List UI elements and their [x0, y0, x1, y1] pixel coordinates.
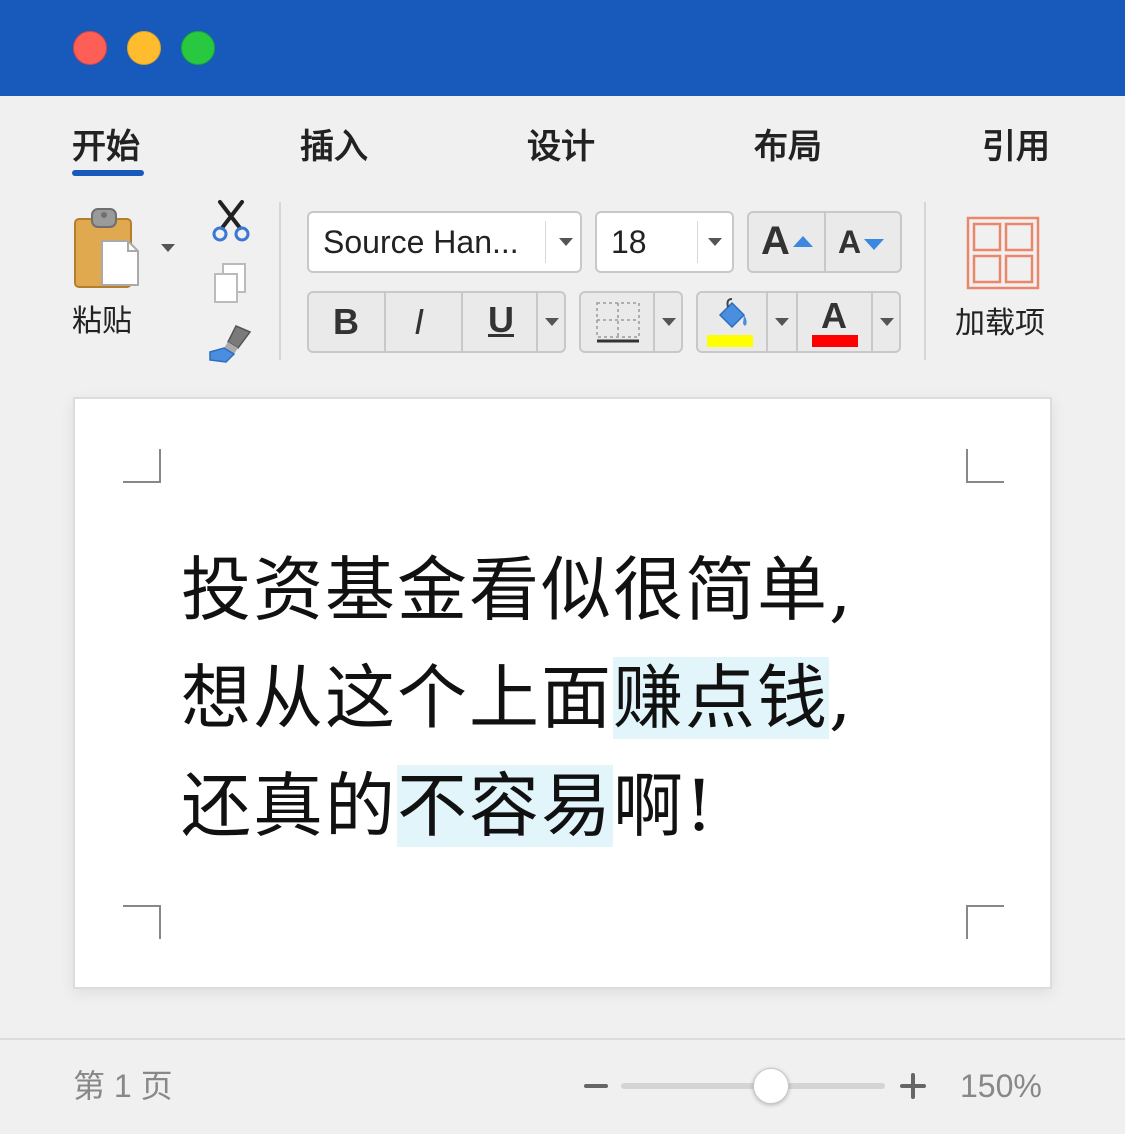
underline-letter: U [488, 299, 514, 340]
combo-separator [697, 221, 698, 263]
text-run: 投资基金看似很简单, [181, 549, 854, 631]
italic-letter: I [414, 301, 425, 342]
border-grid-icon [596, 302, 640, 343]
font-size-value: 18 [611, 224, 647, 260]
font-family-select[interactable]: Source Han... [307, 211, 582, 273]
scissors-icon [212, 200, 250, 242]
font-color-options-button[interactable] [873, 293, 899, 351]
shrink-font-letter: A [838, 224, 862, 260]
ribbon-divider [279, 202, 281, 360]
font-color-swatch [812, 335, 858, 347]
tab-references[interactable]: 引用 [982, 126, 1050, 168]
paste-options-chevron-down-icon[interactable] [161, 244, 175, 252]
borders-button[interactable] [581, 293, 655, 351]
text-run: 还真的 [181, 765, 397, 847]
minus-icon [584, 1084, 608, 1088]
triangle-up-icon [793, 236, 813, 247]
grow-font-letter: A [761, 219, 790, 263]
font-color-letter: A [821, 295, 847, 336]
plus-icon [900, 1073, 926, 1099]
font-family-chevron-down-icon[interactable] [559, 238, 573, 246]
close-window-button[interactable] [73, 31, 107, 65]
bold-button[interactable]: B [309, 293, 386, 351]
grow-font-button[interactable]: A [749, 213, 826, 271]
text-run: 啊! [613, 765, 716, 847]
text-run: , [829, 657, 854, 739]
paint-bucket-icon [718, 298, 747, 329]
highlight-options-button[interactable] [768, 293, 798, 351]
paste-button[interactable] [70, 205, 150, 295]
font-color-button[interactable]: A [798, 293, 873, 351]
color-group: A [696, 291, 901, 353]
font-family-value: Source Han... [323, 224, 519, 260]
highlighted-text-run: 赚点钱 [613, 657, 829, 739]
margin-corner-mark [966, 905, 1004, 939]
document-line-2[interactable]: 想从这个上面赚点钱, [181, 657, 854, 739]
format-painter-brush-icon [209, 325, 252, 363]
page-number-indicator: 第 1 页 [73, 1068, 173, 1104]
zoom-window-button[interactable] [181, 31, 215, 65]
tab-insert[interactable]: 插入 [300, 126, 368, 168]
highlighted-text-run: 不容易 [397, 765, 613, 847]
tab-home[interactable]: 开始 [72, 126, 140, 168]
tab-design[interactable]: 设计 [527, 126, 595, 168]
italic-button[interactable]: I [386, 293, 463, 351]
paste-label: 粘贴 [72, 304, 132, 339]
font-size-select[interactable]: 18 [595, 211, 734, 273]
document-page[interactable]: 投资基金看似很简单, 想从这个上面赚点钱, 还真的不容易啊! [73, 397, 1052, 989]
borders-group [579, 291, 683, 353]
format-painter-button[interactable] [206, 322, 256, 364]
margin-corner-mark [123, 905, 161, 939]
zoom-level[interactable]: 150% [960, 1066, 1042, 1106]
title-bar [0, 0, 1125, 96]
underline-chevron-down-icon [545, 318, 559, 326]
borders-chevron-down-icon [662, 318, 676, 326]
borders-options-button[interactable] [655, 293, 681, 351]
addins-button[interactable] [966, 216, 1040, 290]
zoom-out-button[interactable] [582, 1070, 610, 1102]
minimize-window-button[interactable] [127, 31, 161, 65]
margin-corner-mark [123, 449, 161, 483]
shrink-font-button[interactable]: A [826, 213, 900, 271]
highlight-chevron-down-icon [775, 318, 789, 326]
font-size-adjust-group: A A [747, 211, 902, 273]
font-size-chevron-down-icon[interactable] [708, 238, 722, 246]
clipboard-paste-icon [74, 208, 139, 288]
cut-button[interactable] [210, 198, 252, 244]
margin-corner-mark [966, 449, 1004, 483]
font-color-chevron-down-icon [880, 318, 894, 326]
combo-separator [545, 221, 546, 263]
zoom-slider-thumb[interactable] [753, 1068, 789, 1104]
underline-options-button[interactable] [538, 293, 564, 351]
addins-grid-icon [966, 216, 1040, 290]
bold-letter: B [333, 301, 359, 342]
underline-button[interactable]: U [463, 293, 538, 351]
document-line-3[interactable]: 还真的不容易啊! [181, 765, 716, 847]
document-line-1[interactable]: 投资基金看似很简单, [181, 550, 853, 630]
triangle-down-icon [864, 239, 884, 250]
copy-button[interactable] [211, 262, 251, 304]
addins-label: 加载项 [955, 306, 1045, 341]
text-style-group: B I U [307, 291, 566, 353]
active-tab-indicator [72, 170, 144, 176]
tab-layout[interactable]: 布局 [754, 126, 822, 168]
ribbon-divider [924, 202, 926, 360]
highlight-color-button[interactable] [698, 293, 768, 351]
copy-icon [214, 263, 246, 303]
text-run: 想从这个上面 [181, 657, 613, 739]
highlight-color-swatch [707, 335, 753, 347]
zoom-in-button[interactable] [898, 1070, 928, 1102]
